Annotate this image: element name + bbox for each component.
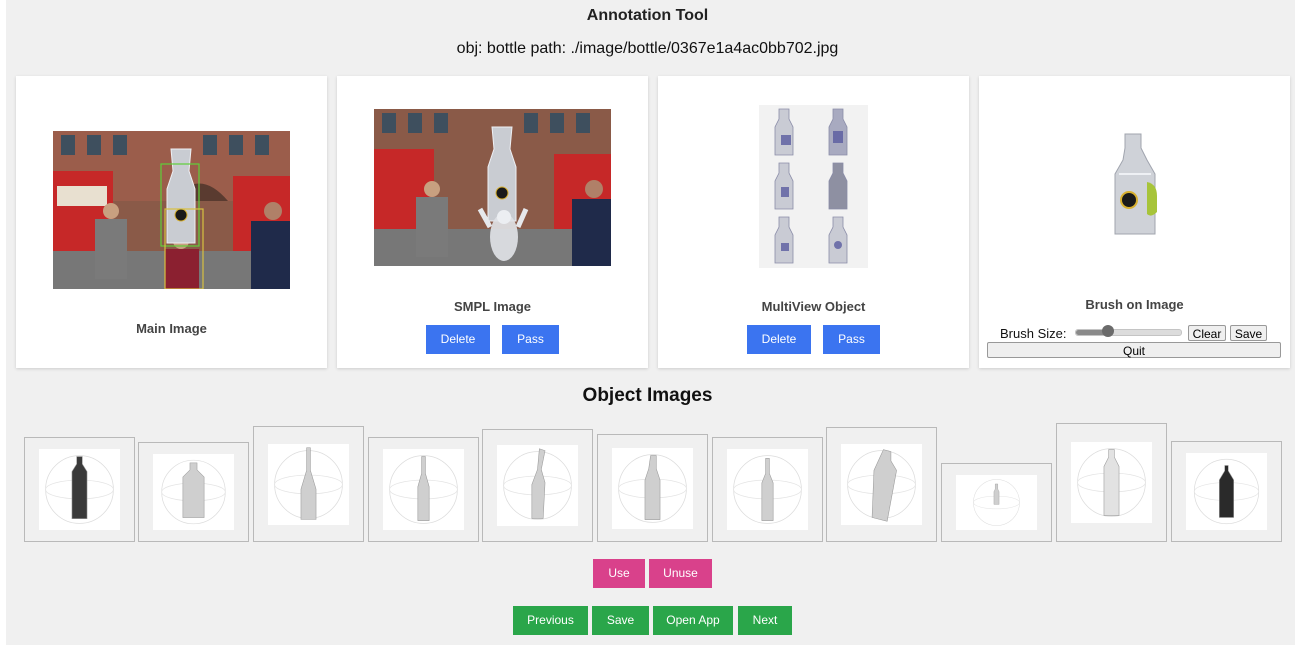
object-thumbnail-image <box>841 444 922 525</box>
main-image-caption: Main Image <box>136 321 207 336</box>
main-image[interactable] <box>53 131 290 289</box>
brush-size-slider-thumb[interactable] <box>1101 325 1114 337</box>
smpl-pass-button[interactable]: Pass <box>502 325 559 354</box>
brush-canvas[interactable] <box>1107 130 1163 242</box>
object-thumbnail-image <box>1071 442 1152 523</box>
object-thumbnail-2[interactable] <box>138 442 249 542</box>
main-image-panel: Main Image <box>16 76 327 368</box>
object-path-info: obj: bottle path: ./image/bottle/0367e1a… <box>456 40 839 57</box>
brush-save-button[interactable]: Save <box>1230 325 1267 341</box>
unuse-button[interactable]: Unuse <box>649 559 712 588</box>
multiview-object-caption: MultiView Object <box>761 299 866 314</box>
object-thumbnail-9[interactable] <box>941 463 1052 542</box>
page-title: Annotation Tool <box>586 7 709 24</box>
previous-button[interactable]: Previous <box>513 606 588 635</box>
object-thumbnail-5[interactable] <box>482 429 593 542</box>
multiview-image[interactable] <box>759 105 868 268</box>
object-thumbnail-image <box>497 445 578 526</box>
brush-size-slider[interactable] <box>1075 325 1182 337</box>
object-thumbnail-image <box>39 449 120 530</box>
smpl-image-panel: SMPL Image Delete Pass <box>337 76 648 368</box>
object-thumbnail-image <box>956 475 1037 530</box>
object-thumbnail-8[interactable] <box>826 427 937 542</box>
object-thumbnail-image <box>612 448 693 529</box>
object-images-title: Object Images <box>582 385 713 406</box>
object-thumbnail-10[interactable] <box>1056 423 1167 542</box>
multiview-object-panel: MultiView Object Delete Pass <box>658 76 969 368</box>
use-button[interactable]: Use <box>593 559 645 588</box>
brush-clear-button[interactable]: Clear <box>1188 325 1226 341</box>
object-thumbnail-image <box>1186 453 1267 530</box>
object-thumbnail-7[interactable] <box>712 437 823 542</box>
object-thumbnail-4[interactable] <box>368 437 479 542</box>
next-button[interactable]: Next <box>738 606 792 635</box>
object-thumbnail-image <box>153 454 234 530</box>
object-thumbnail-3[interactable] <box>253 426 364 542</box>
multiview-delete-button[interactable]: Delete <box>747 325 811 354</box>
object-thumbnail-image <box>268 444 349 525</box>
brush-quit-button[interactable]: Quit <box>987 342 1281 358</box>
brush-on-image-panel: Brush on Image Brush Size: Clear Save Qu… <box>979 76 1290 368</box>
open-app-button[interactable]: Open App <box>653 606 733 635</box>
smpl-image[interactable] <box>374 109 611 266</box>
object-thumbnail-image <box>727 449 808 530</box>
object-thumbnail-image <box>383 449 464 530</box>
object-thumbnail-1[interactable] <box>24 437 135 542</box>
smpl-delete-button[interactable]: Delete <box>426 325 490 354</box>
brush-size-label: Brush Size: <box>1000 326 1067 341</box>
object-thumbnail-11[interactable] <box>1171 441 1282 542</box>
multiview-pass-button[interactable]: Pass <box>823 325 880 354</box>
smpl-image-caption: SMPL Image <box>453 299 532 314</box>
nav-save-button[interactable]: Save <box>592 606 649 635</box>
brush-on-image-caption: Brush on Image <box>1085 297 1184 312</box>
object-thumbnail-6[interactable] <box>597 434 708 542</box>
